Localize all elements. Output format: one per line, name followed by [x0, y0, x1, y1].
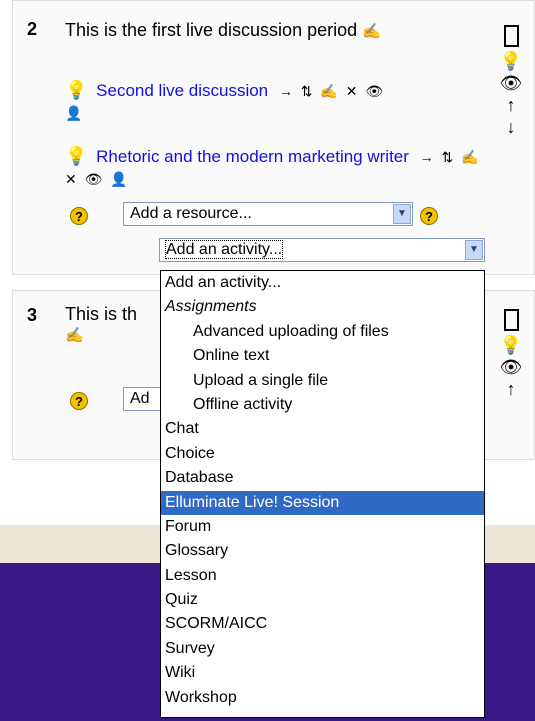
dropdown-option[interactable]: Offline activity: [161, 393, 484, 417]
delete-icon[interactable]: ✕: [346, 83, 360, 99]
dropdown-option[interactable]: Workshop: [161, 686, 484, 710]
activity-rhetoric: 💡 Rhetoric and the modern marketing writ…: [65, 145, 485, 190]
activity-link[interactable]: Second live discussion: [96, 81, 268, 100]
dropdown-option[interactable]: Online text: [161, 344, 484, 368]
dropdown-option[interactable]: Chat: [161, 417, 484, 441]
dropdown-option[interactable]: Quiz: [161, 588, 484, 612]
add-resource-select[interactable]: Add a resource... ▼: [123, 202, 413, 226]
move-updown-icon[interactable]: ⇅: [442, 149, 456, 165]
dropdown-option[interactable]: Elluminate Live! Session: [161, 490, 484, 515]
section-number: 2: [27, 19, 38, 39]
lightbulb-icon[interactable]: 💡: [500, 50, 522, 72]
section-controls: 💡 👁 ↑ ↓: [496, 21, 526, 138]
section-controls: 💡 👁 ↑: [496, 305, 526, 400]
add-resource-value: Add a resource...: [130, 205, 252, 222]
delete-icon[interactable]: ✕: [65, 171, 79, 187]
eye-icon[interactable]: 👁: [85, 171, 105, 187]
edit-icon[interactable]: ✍: [65, 325, 165, 347]
move-up-icon[interactable]: ↑: [507, 94, 516, 116]
eye-icon[interactable]: 👁: [500, 72, 523, 94]
dropdown-option[interactable]: Forum: [161, 515, 484, 539]
move-right-icon[interactable]: →: [420, 149, 436, 165]
edit-icon[interactable]: ✍: [461, 149, 480, 165]
help-icon[interactable]: ?: [70, 392, 88, 410]
chevron-down-icon[interactable]: ▼: [393, 204, 411, 224]
section-summary-text: This is th: [65, 304, 138, 324]
section-number: 3: [27, 305, 38, 325]
dropdown-option[interactable]: Database: [161, 466, 484, 490]
highlight-checkbox-icon[interactable]: [503, 25, 519, 47]
dropdown-option[interactable]: Choice: [161, 442, 484, 466]
highlight-checkbox-icon[interactable]: [503, 309, 519, 331]
dropdown-group-label: Assignments: [165, 298, 257, 316]
help-icon[interactable]: ?: [420, 207, 438, 225]
activity-edit-icons: → ⇅ ✍ ✕ 👁: [279, 83, 385, 99]
group-icon[interactable]: 👤: [110, 171, 129, 187]
group-icon[interactable]: 👤: [65, 102, 485, 124]
edit-icon[interactable]: ✍: [362, 23, 381, 40]
move-right-icon[interactable]: →: [279, 83, 295, 99]
dropdown-option[interactable]: Wiki: [161, 661, 484, 685]
edit-icon[interactable]: ✍: [320, 83, 339, 99]
eye-icon[interactable]: 👁: [500, 356, 523, 378]
add-activity-value: Add an activity...: [164, 240, 284, 259]
activity-link[interactable]: Rhetoric and the modern marketing writer: [96, 147, 409, 166]
add-activity-dropdown-list[interactable]: Add an activity... Assignments Advanced up…: [160, 270, 485, 718]
move-up-icon[interactable]: ↑: [507, 378, 516, 400]
move-updown-icon[interactable]: ⇅: [301, 83, 315, 99]
dropdown-option[interactable]: SCORM/AICC: [161, 612, 484, 636]
move-down-icon[interactable]: ↓: [507, 116, 516, 138]
chevron-down-icon[interactable]: ▼: [465, 240, 483, 260]
add-activity-select[interactable]: Add an activity... ▼: [159, 238, 485, 262]
section-summary: This is the first live discussion period…: [65, 19, 475, 43]
dropdown-option[interactable]: Upload a single file: [161, 369, 484, 393]
section-summary-text: This is the first live discussion period: [65, 20, 358, 40]
course-section-2: 2 This is the first live discussion peri…: [12, 0, 535, 275]
add-resource-value: Ad: [130, 390, 150, 407]
help-icon[interactable]: ?: [70, 207, 88, 225]
dropdown-option[interactable]: Add an activity...: [161, 271, 484, 295]
eye-icon[interactable]: 👁: [365, 83, 385, 99]
section-summary: This is th ✍: [65, 303, 165, 347]
activity-second-live-discussion: 💡 Second live discussion → ⇅ ✍ ✕ 👁 👤: [65, 79, 485, 124]
dropdown-option[interactable]: Survey: [161, 637, 484, 661]
lightbulb-icon: 💡: [65, 146, 88, 166]
dropdown-option[interactable]: Glossary: [161, 539, 484, 563]
dropdown-option[interactable]: Advanced uploading of files: [161, 320, 484, 344]
dropdown-option[interactable]: Lesson: [161, 564, 484, 588]
lightbulb-icon: 💡: [65, 80, 88, 100]
lightbulb-icon[interactable]: 💡: [500, 334, 522, 356]
